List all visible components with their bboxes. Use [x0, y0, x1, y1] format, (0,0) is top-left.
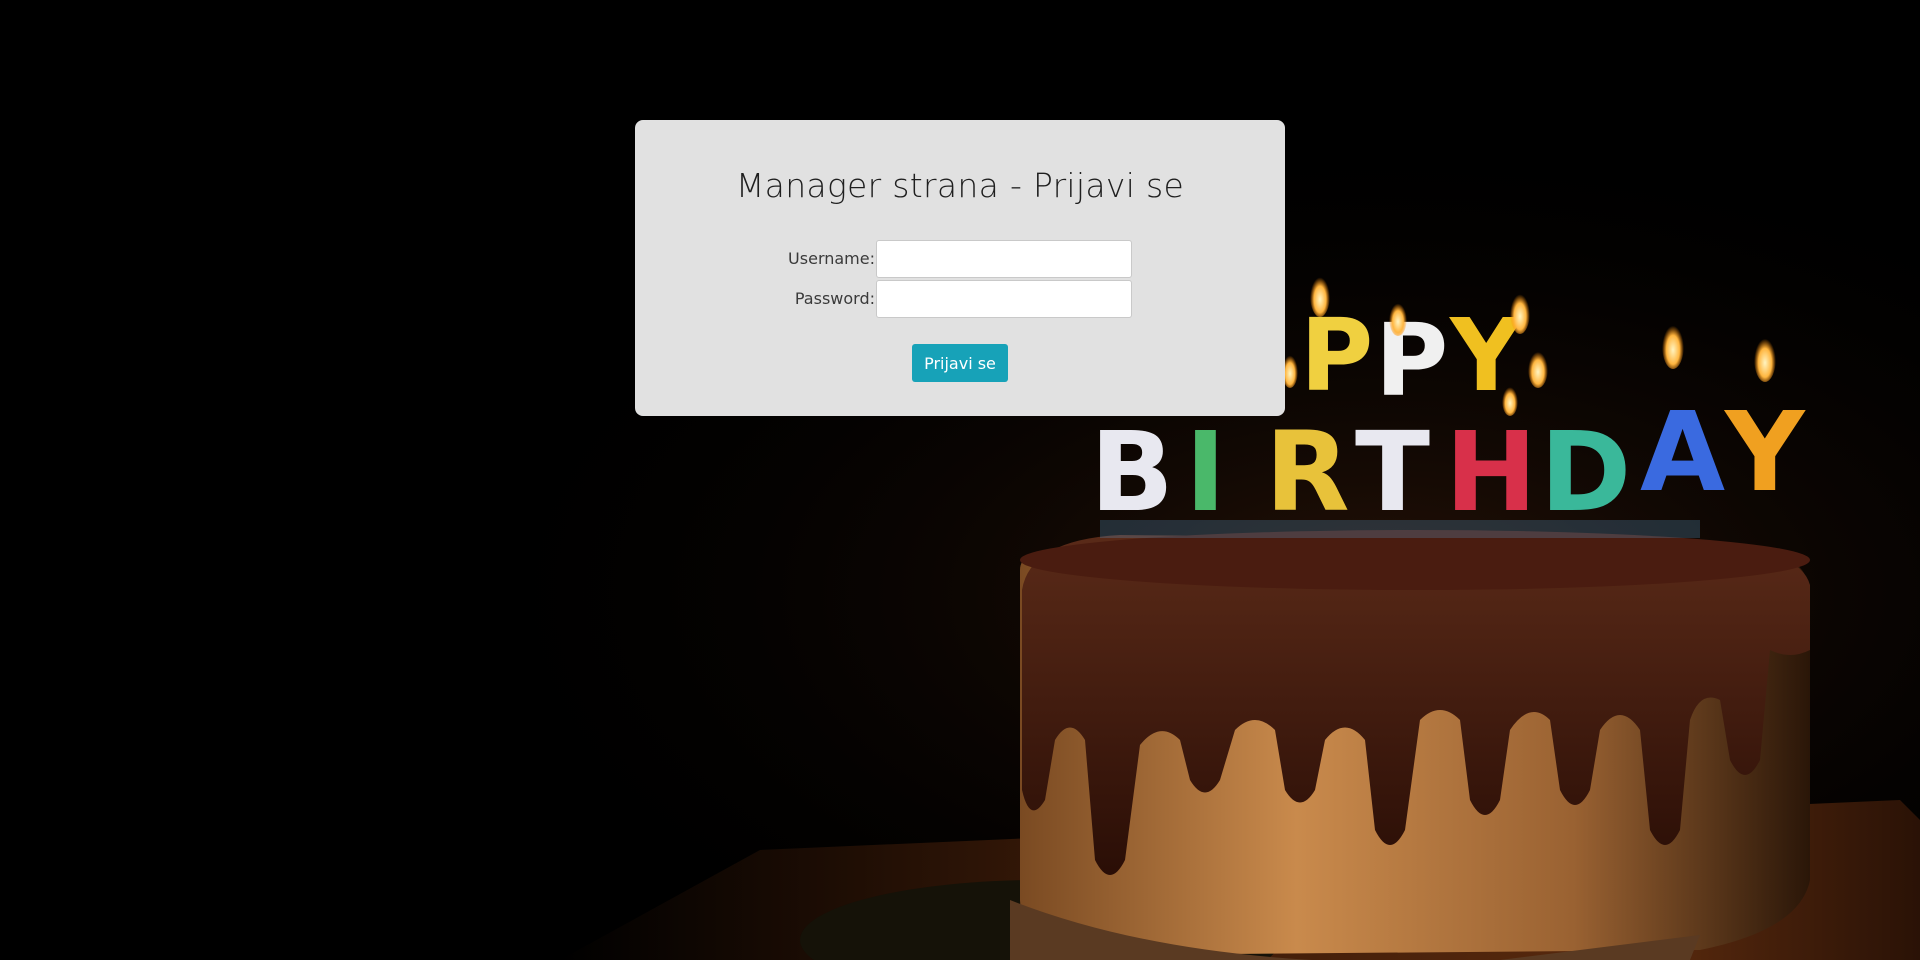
svg-text:P: P: [1375, 302, 1448, 419]
svg-text:P: P: [1300, 297, 1373, 414]
svg-text:A: A: [1640, 388, 1725, 516]
password-label: Password:: [794, 289, 875, 308]
svg-text:R: R: [1265, 408, 1350, 536]
username-row: Username:: [635, 240, 1285, 278]
username-input[interactable]: [876, 240, 1132, 278]
login-page: B I R T H D A Y P P Y Manager strana - P: [0, 0, 1920, 960]
svg-text:I: I: [1185, 408, 1226, 536]
username-label: Username:: [788, 249, 875, 268]
svg-text:T: T: [1355, 408, 1430, 536]
svg-text:Y: Y: [1723, 388, 1806, 516]
login-panel: Manager strana - Prijavi se Username: Pa…: [635, 120, 1285, 416]
page-title: Manager strana - Prijavi se: [735, 166, 1185, 205]
password-input[interactable]: [876, 280, 1132, 318]
svg-text:D: D: [1540, 408, 1631, 536]
svg-text:H: H: [1445, 408, 1537, 536]
svg-text:B: B: [1090, 408, 1174, 536]
password-row: Password:: [635, 280, 1285, 318]
login-submit-button[interactable]: Prijavi se: [912, 344, 1008, 382]
